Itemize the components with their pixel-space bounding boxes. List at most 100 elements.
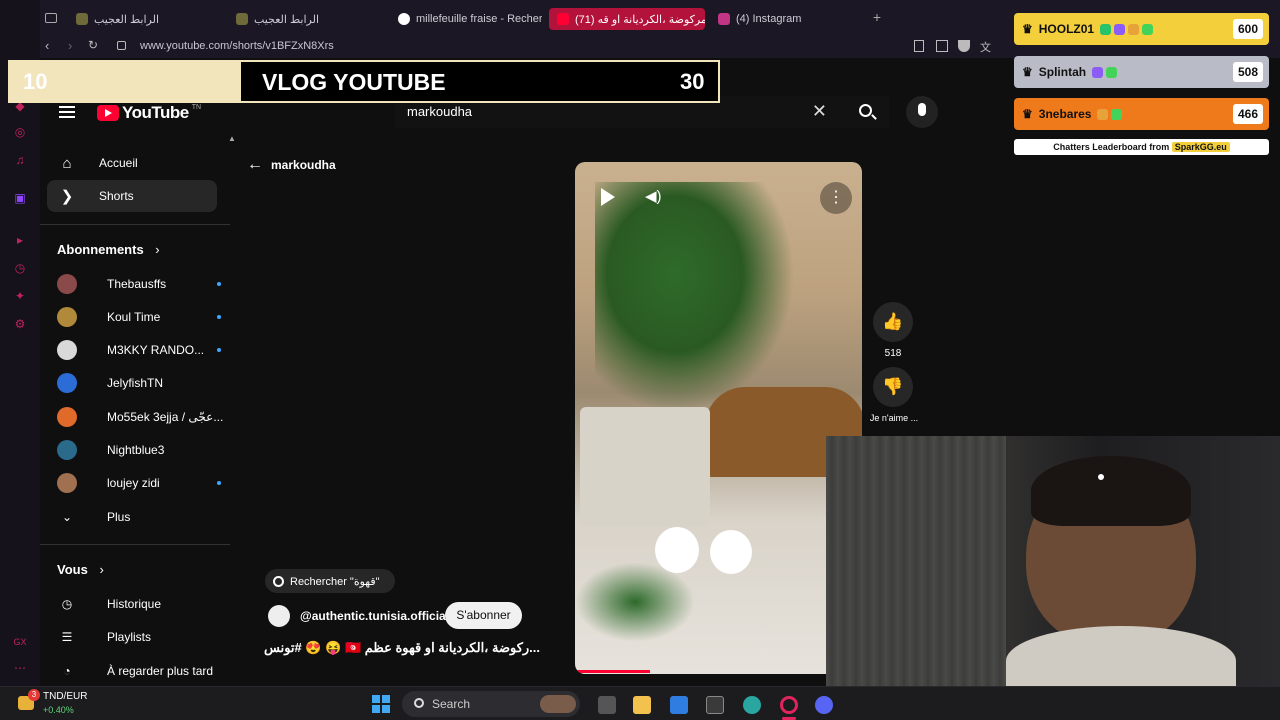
- arrow-left-icon: ←: [247, 156, 263, 173]
- sidebar-sub-item[interactable]: JelyfishTN: [57, 369, 227, 397]
- subscribe-button[interactable]: S'abonner: [445, 602, 522, 629]
- tab-label: الرابط العجيب: [254, 13, 320, 26]
- leaderboard-row: ♛ HOOLZ01 600: [1014, 13, 1269, 45]
- forward-icon[interactable]: ›: [68, 38, 72, 53]
- video-frame: [575, 162, 862, 674]
- translate-icon[interactable]: 文: [980, 39, 991, 55]
- messenger-icon[interactable]: ◎: [12, 124, 28, 140]
- channel-avatar[interactable]: [268, 605, 290, 627]
- show-more-button[interactable]: ⌄ Plus: [57, 503, 227, 531]
- like-button[interactable]: 👍: [873, 302, 913, 342]
- taskbar-search-label: Search: [432, 697, 471, 711]
- sidebar-scroll-up-icon[interactable]: ▲: [228, 134, 236, 143]
- divider: [40, 224, 230, 225]
- store-icon[interactable]: [670, 696, 688, 714]
- twitch-icon[interactable]: ▣: [12, 190, 28, 206]
- sidebar-item-shorts[interactable]: ❯ Shorts: [47, 180, 217, 212]
- channel-name: Nightblue3: [107, 443, 165, 457]
- opera-gx-icon[interactable]: [780, 696, 798, 714]
- edge-icon[interactable]: [743, 696, 761, 714]
- taskbar-search[interactable]: Search: [402, 691, 580, 717]
- tab-grid-icon[interactable]: [45, 13, 57, 23]
- sidebar-sub-item[interactable]: Mo55ek 3ejja / عجّى...: [57, 403, 227, 431]
- player-icon[interactable]: ▸: [12, 232, 28, 248]
- you-heading[interactable]: Vous ›: [57, 562, 104, 577]
- file-explorer-icon[interactable]: [633, 696, 651, 714]
- leaderboard-name: HOOLZ01: [1038, 22, 1095, 36]
- sidebar-sub-item[interactable]: M3KKY RANDO...: [57, 336, 227, 364]
- reload-icon[interactable]: ↻: [88, 38, 98, 52]
- dislike-button[interactable]: 👎: [873, 367, 913, 407]
- more-options-icon[interactable]: ⋮: [820, 182, 852, 214]
- tab-3[interactable]: millefeuille fraise - Recher: [390, 8, 542, 30]
- progress-bar-fill[interactable]: [575, 670, 650, 673]
- google-icon: [398, 13, 410, 25]
- leaderboard-score: 600: [1233, 19, 1263, 39]
- new-content-dot: [217, 282, 221, 286]
- weather-widget[interactable]: 3 TND/EUR +0.40%: [14, 689, 94, 719]
- channel-handle[interactable]: @authentic.tunisia.official: [300, 609, 449, 623]
- tab-label: المركوضة ،الكرديانة او قه (71): [575, 13, 705, 26]
- tab-4-active[interactable]: المركوضة ،الكرديانة او قه (71): [549, 8, 705, 30]
- task-view-icon[interactable]: [598, 696, 616, 714]
- search-input[interactable]: markoudha: [407, 104, 472, 119]
- sidebar-item-playlists[interactable]: ☰ Playlists: [57, 623, 227, 651]
- badge-icon: [1114, 23, 1126, 35]
- channel-name: Koul Time: [107, 310, 161, 324]
- badge-icon: [1128, 23, 1140, 35]
- avatar: [57, 440, 77, 460]
- clock-icon[interactable]: ◷: [12, 260, 28, 276]
- music-icon[interactable]: ♫: [12, 152, 28, 168]
- search-button[interactable]: [845, 96, 889, 128]
- back-icon[interactable]: ‹: [45, 38, 49, 53]
- menu-icon[interactable]: [59, 106, 75, 118]
- youtube-logo-text: YouTube: [122, 103, 189, 122]
- url-field[interactable]: www.youtube.com/shorts/v1BFZxN8Xrs: [140, 40, 334, 52]
- snapshot-icon[interactable]: [936, 40, 948, 52]
- search-suggestion-chip[interactable]: Rechercher "قهوة": [265, 569, 395, 593]
- clear-search-icon[interactable]: ✕: [812, 101, 827, 122]
- subscriptions-heading[interactable]: Abonnements ›: [57, 242, 160, 257]
- instagram-icon: [718, 13, 730, 25]
- discord-icon[interactable]: [815, 696, 833, 714]
- start-button[interactable]: [372, 695, 390, 713]
- tab-2[interactable]: الرابط العجيب: [228, 8, 388, 30]
- more-icon[interactable]: ⋯: [12, 660, 28, 676]
- avatar: [57, 473, 77, 493]
- sidebar-item-accueil[interactable]: ⌂ Accueil: [47, 147, 217, 179]
- sidebar-sub-item[interactable]: Thebausffs: [57, 270, 227, 298]
- gx-icon[interactable]: GX: [12, 634, 28, 650]
- shield-icon[interactable]: [958, 40, 970, 52]
- back-button[interactable]: ← markoudha: [247, 156, 336, 174]
- sidebar-item-watch-later[interactable]: ◔ À regarder plus tard: [57, 657, 227, 685]
- chevron-down-icon: ⌄: [61, 510, 73, 524]
- tab-label: millefeuille fraise - Recher: [416, 13, 542, 25]
- windows-taskbar: 3 TND/EUR +0.40% Search: [0, 686, 1280, 720]
- youtube-logo[interactable]: YouTube TN: [97, 103, 201, 123]
- app-icon[interactable]: [706, 696, 724, 714]
- volume-icon[interactable]: ◀): [645, 187, 663, 205]
- webcam-overlay: [826, 436, 1280, 686]
- leaderboard-name: Splintah: [1038, 65, 1087, 79]
- new-tab-icon[interactable]: +: [870, 10, 884, 24]
- leaderboard-row: ♛ Splintah 508: [1014, 56, 1269, 88]
- lock-icon: [117, 41, 126, 50]
- sidebar-item-history[interactable]: ◷ Historique: [57, 590, 227, 618]
- play-icon[interactable]: [601, 188, 615, 206]
- country-code: TN: [191, 103, 202, 111]
- sidebar-sub-item[interactable]: Nightblue3: [57, 436, 227, 464]
- leaderboard-name: 3nebares: [1038, 107, 1092, 121]
- dislike-label: Je n'aime ...: [869, 413, 919, 423]
- extensions-icon[interactable]: ✦: [12, 288, 28, 304]
- short-video-player[interactable]: ◀) ⋮: [575, 162, 862, 674]
- settings-icon[interactable]: ⚙: [12, 316, 28, 332]
- badge-icon: [1106, 66, 1118, 78]
- sidebar-sub-item[interactable]: Koul Time: [57, 303, 227, 331]
- bookmark-icon[interactable]: [914, 40, 924, 52]
- tab-1[interactable]: الرابط العجيب: [68, 8, 218, 30]
- shorts-icon: ❯: [60, 188, 74, 205]
- avatar: [57, 373, 77, 393]
- sidebar-sub-item[interactable]: loujey zidi: [57, 469, 227, 497]
- tab-5[interactable]: (4) Instagram: [710, 8, 850, 30]
- voice-search-button[interactable]: [906, 96, 938, 128]
